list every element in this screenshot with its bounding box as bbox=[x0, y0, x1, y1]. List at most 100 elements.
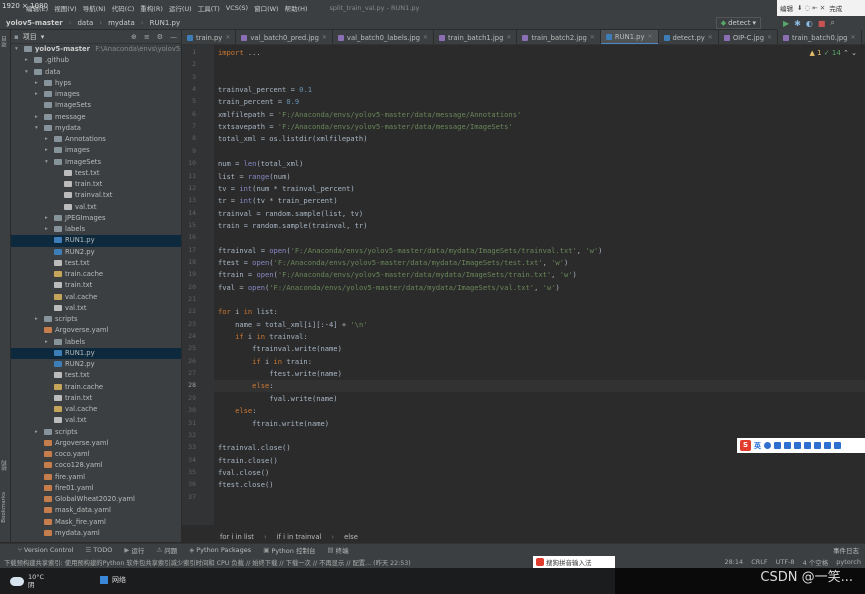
structure-tool-tab[interactable]: 结构 bbox=[1, 460, 9, 471]
line-separator[interactable]: CRLF bbox=[751, 558, 767, 566]
breadcrumb-data[interactable]: data bbox=[77, 19, 93, 27]
close-icon[interactable]: ✕ bbox=[850, 34, 855, 41]
code-line[interactable]: fval.write(name) bbox=[218, 394, 337, 403]
tree-file[interactable]: train.txt bbox=[11, 179, 181, 190]
code-crumb-else[interactable]: else bbox=[344, 533, 358, 541]
chevron-right-icon[interactable]: ▸ bbox=[45, 213, 51, 224]
network-taskbar-item[interactable]: 网络 bbox=[100, 575, 126, 585]
tree-file[interactable]: test.txt bbox=[11, 370, 181, 381]
chevron-right-icon[interactable]: ▸ bbox=[35, 427, 41, 438]
close-icon[interactable]: ✕ bbox=[423, 34, 428, 41]
tree-file[interactable]: mask_data.yaml bbox=[11, 505, 181, 516]
breadcrumb-mydata[interactable]: mydata bbox=[108, 19, 135, 27]
code-crumb-if[interactable]: if i in trainval bbox=[277, 533, 322, 541]
tree-file[interactable]: train.cache bbox=[11, 382, 181, 393]
code-line[interactable]: trainval = random.sample(list, tv) bbox=[218, 209, 363, 218]
tree-file[interactable]: RUN2.py bbox=[11, 359, 181, 370]
tree-folder[interactable]: ▸ labels bbox=[11, 337, 181, 348]
tree-folder[interactable]: ▾ data bbox=[11, 67, 181, 78]
tree-file[interactable]: coco128.yaml bbox=[11, 460, 181, 471]
interpreter[interactable]: pytorch bbox=[836, 558, 861, 566]
breadcrumb-root[interactable]: yolov5-master bbox=[6, 19, 63, 27]
menu-window[interactable]: 窗口(W) bbox=[254, 3, 279, 13]
tree-file[interactable]: Argoverse.yaml bbox=[11, 438, 181, 449]
code-line[interactable]: else: bbox=[218, 406, 256, 415]
code-line[interactable]: fval = open('F:/Anaconda/envs/yolov5-mas… bbox=[218, 283, 560, 292]
close-icon[interactable]: ✕ bbox=[648, 33, 653, 40]
tab-val-batch0-labels-jpg[interactable]: val_batch0_labels.jpg ✕ bbox=[333, 30, 434, 44]
code-line[interactable]: trainval_percent = 0.1 bbox=[218, 85, 312, 94]
stop-icon[interactable]: ■ bbox=[818, 19, 826, 28]
close-icon[interactable]: ✕ bbox=[590, 34, 595, 41]
tree-file[interactable]: test.txt bbox=[11, 258, 181, 269]
tool-todo[interactable]: ☰ TODO bbox=[85, 546, 112, 554]
ime-mode-label[interactable]: 英 bbox=[754, 441, 761, 451]
chevron-down-icon[interactable]: ▾ bbox=[35, 123, 41, 134]
collapse-icon[interactable]: ≡ bbox=[144, 33, 150, 41]
chevron-right-icon[interactable]: ▸ bbox=[45, 224, 51, 235]
close-icon[interactable]: ✕ bbox=[322, 34, 327, 41]
tool-version-control[interactable]: ⑂ Version Control bbox=[18, 546, 73, 554]
grid-icon[interactable] bbox=[834, 442, 841, 449]
tree-file[interactable]: val.cache bbox=[11, 404, 181, 415]
chevron-up-icon[interactable]: ⌃ bbox=[843, 49, 849, 57]
keyboard-icon[interactable] bbox=[794, 442, 801, 449]
code-editor[interactable]: ▲ 1 ✓ 14 ⌃ ⌄ import ... trainval_percent … bbox=[214, 45, 865, 525]
chevron-right-icon[interactable]: ▸ bbox=[35, 112, 41, 123]
chevron-right-icon[interactable]: ▸ bbox=[35, 89, 41, 100]
ime-floating-bar[interactable]: S 英 bbox=[737, 438, 865, 453]
coverage-icon[interactable]: ◐ bbox=[806, 19, 813, 28]
chevron-down-icon[interactable]: ▾ bbox=[45, 157, 51, 168]
tree-folder[interactable]: ▸ images bbox=[11, 145, 181, 156]
code-line[interactable]: import ... bbox=[218, 48, 261, 57]
chevron-down-icon[interactable]: ⌄ bbox=[851, 49, 857, 57]
tree-file[interactable]: GlobalWheat2020.yaml bbox=[11, 494, 181, 505]
tree-file[interactable]: train.txt bbox=[11, 393, 181, 404]
menu-run[interactable]: 运行(U) bbox=[169, 3, 192, 13]
code-line[interactable]: ftest = open('F:/Anaconda/envs/yolov5-ma… bbox=[218, 258, 568, 267]
run-icon[interactable]: ▶ bbox=[783, 19, 789, 28]
chevron-right-icon[interactable]: ▸ bbox=[45, 337, 51, 348]
tree-file[interactable]: fire.yaml bbox=[11, 472, 181, 483]
shirt-icon[interactable] bbox=[824, 442, 831, 449]
tree-file[interactable]: train.txt bbox=[11, 280, 181, 291]
tree-folder[interactable]: ▸ images bbox=[11, 89, 181, 100]
code-line[interactable]: if i in trainval: bbox=[218, 332, 308, 341]
code-line[interactable]: ftrain.close() bbox=[218, 456, 278, 465]
status-message[interactable]: 下载预构建共享索引: 使用预构建的Python 软件包共享索引减少索引时间和 C… bbox=[4, 558, 411, 567]
code-line[interactable]: ftrain = open('F:/Anaconda/envs/yolov5-m… bbox=[218, 270, 577, 279]
menu-tools[interactable]: 工具(T) bbox=[198, 3, 220, 13]
code-line[interactable]: for i in list: bbox=[218, 307, 278, 316]
code-line[interactable]: total_xml = os.listdir(xmlfilepath) bbox=[218, 134, 367, 143]
tree-file[interactable]: mydata.yaml bbox=[11, 528, 181, 539]
skin-icon[interactable] bbox=[804, 442, 811, 449]
tab-detect-py[interactable]: detect.py ✕ bbox=[659, 30, 719, 44]
moon-icon[interactable] bbox=[764, 442, 771, 449]
code-line[interactable]: tv = int(num * trainval_percent) bbox=[218, 184, 355, 193]
close-icon[interactable]: ✕ bbox=[506, 34, 511, 41]
tree-folder[interactable]: ▾ mydata bbox=[11, 123, 181, 134]
code-line[interactable]: list = range(num) bbox=[218, 172, 291, 181]
ime-done-button[interactable]: 完成 bbox=[829, 3, 842, 13]
tree-file[interactable]: val.txt bbox=[11, 202, 181, 213]
menu-vcs[interactable]: VCS(S) bbox=[226, 4, 248, 12]
close-icon[interactable]: ✕ bbox=[708, 34, 713, 41]
chevron-right-icon[interactable]: ▸ bbox=[25, 55, 31, 66]
menu-view[interactable]: 视图(V) bbox=[54, 3, 77, 13]
tree-file[interactable]: Argoverse.yaml bbox=[11, 325, 181, 336]
tab-run1-py[interactable]: RUN1.py ✕ bbox=[600, 30, 659, 44]
chevron-right-icon[interactable]: ▸ bbox=[35, 314, 41, 325]
tree-file[interactable]: val.txt bbox=[11, 415, 181, 426]
code-line[interactable]: train = random.sample(trainval, tr) bbox=[218, 221, 367, 230]
tab-train-batch2-jpg[interactable]: train_batch2.jpg ✕ bbox=[517, 30, 601, 44]
menu-code[interactable]: 代码(C) bbox=[112, 3, 135, 13]
locate-icon[interactable]: ⊕ bbox=[131, 33, 137, 41]
code-line[interactable]: ftrainval = open('F:/Anaconda/envs/yolov… bbox=[218, 246, 602, 255]
ime-edit-button[interactable]: 编辑 bbox=[780, 3, 793, 13]
code-line[interactable]: ftrain.write(name) bbox=[218, 419, 329, 428]
code-line[interactable]: name = total_xml[i][:-4] + '\n' bbox=[218, 320, 367, 329]
code-line[interactable]: ftrainval.write(name) bbox=[218, 344, 342, 353]
search-icon[interactable]: ⌕ bbox=[830, 18, 834, 28]
code-line[interactable]: if i in train: bbox=[218, 357, 312, 366]
code-crumb-for[interactable]: for i in list bbox=[220, 533, 254, 541]
